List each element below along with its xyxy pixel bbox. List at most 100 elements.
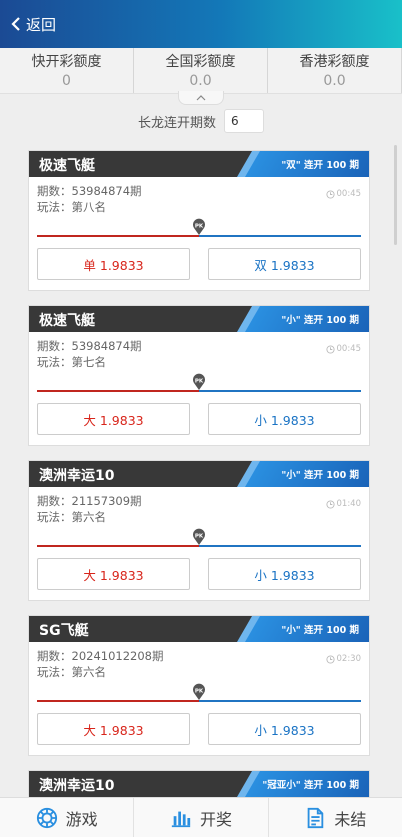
- quota-value: 0: [62, 73, 71, 89]
- quota-national: 全国彩额度 0.0: [134, 48, 268, 93]
- streak-tag: "冠亚小" 连开 100 期: [262, 780, 359, 791]
- bet-options: 大 1.9833 小 1.9833: [29, 707, 369, 755]
- bar-chart-icon: [171, 811, 191, 827]
- pk-marker-icon: PK: [193, 218, 205, 235]
- card-header: 极速飞艇 "小" 连开 100 期: [29, 306, 369, 332]
- tab-label: 未结: [334, 809, 367, 829]
- quota-label: 全国彩额度: [165, 54, 236, 70]
- bet-button[interactable]: 大 1.9833: [37, 403, 190, 435]
- bet-options: 单 1.9833 双 1.9833: [29, 242, 369, 290]
- lottery-title: 澳洲幸运10: [39, 468, 115, 484]
- bottom-tab-bar: 游戏 开奖 未结: [0, 797, 402, 837]
- pk-bar-left: [37, 545, 199, 547]
- countdown-time: 00:45: [336, 189, 362, 199]
- countdown-time: 01:40: [336, 499, 362, 509]
- card-header: 澳洲幸运10 "冠亚小" 连开 100 期: [29, 771, 369, 797]
- pk-bar-left: [37, 390, 199, 392]
- card-header: SG飞艇 "小" 连开 100 期: [29, 616, 369, 642]
- streak-tag: "小" 连开 100 期: [281, 470, 359, 481]
- pk-bar-right: [199, 235, 361, 237]
- period-number: 期数：53984874期: [37, 339, 142, 353]
- quota-label: 快开彩额度: [31, 54, 102, 70]
- streak-tag: "双" 连开 100 期: [281, 160, 359, 171]
- chevron-up-icon: [196, 94, 206, 100]
- lottery-title: 极速飞艇: [39, 313, 95, 329]
- period-number: 期数：20241012208期: [37, 649, 164, 663]
- streak-card: 极速飞艇 "小" 连开 100 期期数：53984874期 玩法：第七名 00:45 P…: [28, 305, 370, 446]
- clock-icon: [325, 189, 335, 199]
- tab-label: 开奖: [199, 809, 232, 829]
- pk-bar: PK: [37, 528, 361, 552]
- play-type: 玩法：第六名: [37, 510, 106, 524]
- bet-options: 大 1.9833 小 1.9833: [29, 397, 369, 445]
- countdown: 00:45: [325, 344, 362, 354]
- chevron-left-icon: [11, 17, 20, 31]
- countdown-time: 02:30: [336, 654, 362, 664]
- scrollbar[interactable]: [394, 145, 397, 245]
- pk-bar-right: [199, 545, 361, 547]
- pk-bar-right: [199, 390, 361, 392]
- bet-button[interactable]: 小 1.9833: [208, 713, 361, 745]
- countdown-time: 00:45: [336, 344, 362, 354]
- play-type: 玩法：第七名: [37, 355, 106, 369]
- svg-text:PK: PK: [195, 224, 204, 230]
- bet-button[interactable]: 小 1.9833: [208, 403, 361, 435]
- chip-icon: [36, 807, 57, 828]
- svg-text:PK: PK: [195, 689, 204, 695]
- quota-value: 0.0: [189, 73, 212, 89]
- tab-games[interactable]: 游戏: [0, 798, 135, 837]
- streak-tag: "小" 连开 100 期: [281, 315, 359, 326]
- back-button[interactable]: 返回: [10, 14, 56, 35]
- streak-count-input[interactable]: [224, 109, 264, 133]
- card-header: 极速飞艇 "双" 连开 100 期: [29, 151, 369, 177]
- bet-button[interactable]: 大 1.9833: [37, 713, 190, 745]
- quota-bar: 快开彩额度 0 全国彩额度 0.0 香港彩额度 0.0: [0, 48, 402, 105]
- pk-marker-icon: PK: [193, 683, 205, 700]
- quota-hongkong: 香港彩额度 0.0: [268, 48, 402, 93]
- play-type: 玩法：第八名: [37, 200, 106, 214]
- bet-options: 大 1.9833 小 1.9833: [29, 552, 369, 600]
- svg-text:PK: PK: [195, 379, 204, 385]
- document-icon: [307, 807, 324, 828]
- pk-bar-left: [37, 700, 199, 702]
- pk-marker-icon: PK: [193, 373, 205, 390]
- tab-label: 游戏: [65, 809, 98, 829]
- pk-bar: PK: [37, 218, 361, 242]
- lottery-title: SG飞艇: [39, 623, 89, 639]
- streak-card: 澳洲幸运10 "小" 连开 100 期期数：21157309期 玩法：第六名 01:4…: [28, 460, 370, 601]
- streak-filter-label: 长龙连开期数: [137, 115, 216, 131]
- card-header: 澳洲幸运10 "小" 连开 100 期: [29, 461, 369, 487]
- quota-label: 香港彩额度: [299, 54, 370, 70]
- countdown: 00:45: [325, 189, 362, 199]
- tab-unsettled[interactable]: 未结: [269, 798, 402, 837]
- pk-bar: PK: [37, 683, 361, 707]
- streak-card: 极速飞艇 "双" 连开 100 期期数：53984874期 玩法：第八名 00:45 P…: [28, 150, 370, 291]
- period-number: 期数：21157309期: [37, 494, 142, 508]
- back-label: 返回: [26, 15, 57, 34]
- clock-icon: [325, 499, 335, 509]
- pk-bar: PK: [37, 373, 361, 397]
- streak-filter: 长龙连开期数: [0, 102, 402, 140]
- countdown: 02:30: [325, 654, 362, 664]
- bet-button[interactable]: 双 1.9833: [208, 248, 361, 280]
- clock-icon: [325, 344, 335, 354]
- top-bar: 返回: [0, 0, 402, 48]
- collapse-toggle[interactable]: [178, 91, 224, 105]
- quota-value: 0.0: [323, 73, 346, 89]
- tab-results[interactable]: 开奖: [134, 798, 269, 837]
- bet-button[interactable]: 单 1.9833: [37, 248, 190, 280]
- play-type: 玩法：第六名: [37, 665, 106, 679]
- streak-card-list: 极速飞艇 "双" 连开 100 期期数：53984874期 玩法：第八名 00:45 P…: [28, 150, 370, 837]
- clock-icon: [325, 654, 335, 664]
- streak-tag: "小" 连开 100 期: [281, 625, 359, 636]
- pk-bar-left: [37, 235, 199, 237]
- lottery-title: 极速飞艇: [39, 158, 95, 174]
- bet-button[interactable]: 小 1.9833: [208, 558, 361, 590]
- bet-button[interactable]: 大 1.9833: [37, 558, 190, 590]
- pk-marker-icon: PK: [193, 528, 205, 545]
- pk-bar-right: [199, 700, 361, 702]
- lottery-title: 澳洲幸运10: [39, 778, 115, 794]
- streak-card: SG飞艇 "小" 连开 100 期期数：20241012208期 玩法：第六名 02:…: [28, 615, 370, 756]
- svg-text:PK: PK: [195, 534, 204, 540]
- period-number: 期数：53984874期: [37, 184, 142, 198]
